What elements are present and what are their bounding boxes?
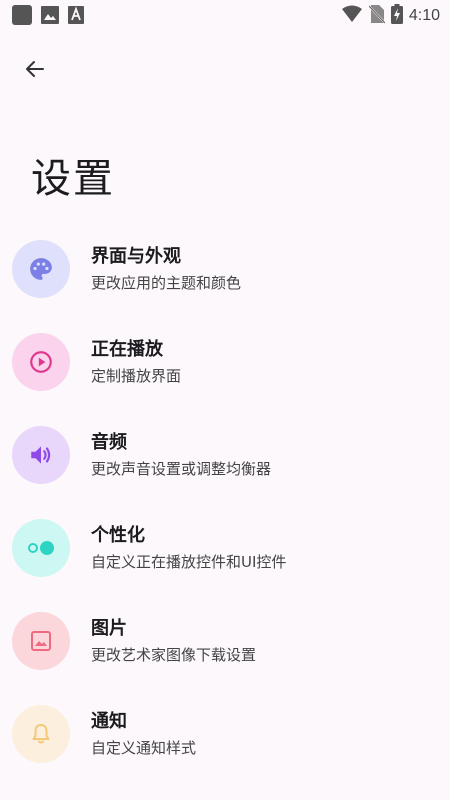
toggle-icon (12, 519, 70, 577)
settings-item-subtitle: 自定义正在播放控件和UI控件 (91, 553, 287, 571)
settings-item-title: 图片 (91, 618, 127, 639)
battery-charging-icon (390, 4, 403, 28)
play-circle-icon (12, 333, 70, 391)
palette-icon (12, 240, 70, 298)
settings-item-title: 个性化 (91, 525, 145, 546)
image-icon (12, 612, 70, 670)
settings-item-subtitle: 更改声音设置或调整均衡器 (91, 460, 272, 478)
settings-item-images[interactable]: 图片 更改艺术家图像下载设置 (0, 604, 450, 697)
settings-item-now-playing[interactable]: 正在播放 定制播放界面 (0, 325, 450, 418)
back-button[interactable] (18, 54, 52, 88)
settings-item-title: 界面与外观 (91, 246, 181, 267)
settings-item-notifications[interactable]: 通知 自定义通知样式 (0, 697, 450, 790)
settings-list: 界面与外观 更改应用的主题和颜色 正在播放 定制播放界面 音频 更改声音设置或调… (0, 232, 450, 790)
status-right-icons: 4:10 (341, 4, 440, 28)
settings-item-subtitle: 更改艺术家图像下载设置 (91, 646, 257, 664)
settings-item-title: 音频 (91, 432, 127, 453)
settings-item-subtitle: 更改应用的主题和颜色 (91, 274, 242, 292)
settings-item-subtitle: 定制播放界面 (91, 367, 182, 385)
a-badge-icon (68, 6, 84, 28)
status-left-icons (12, 5, 84, 29)
image-icon (41, 6, 59, 28)
wifi-icon (341, 5, 363, 27)
settings-item-title: 通知 (91, 711, 127, 732)
status-time: 4:10 (408, 7, 440, 24)
settings-item-audio[interactable]: 音频 更改声音设置或调整均衡器 (0, 418, 450, 511)
no-sim-icon (368, 4, 386, 28)
status-bar: 4:10 (0, 0, 450, 32)
settings-item-appearance[interactable]: 界面与外观 更改应用的主题和颜色 (0, 232, 450, 325)
square-app-icon (12, 5, 32, 29)
bell-icon (12, 705, 70, 763)
settings-item-subtitle: 自定义通知样式 (91, 739, 197, 757)
settings-item-title: 正在播放 (91, 339, 163, 360)
volume-icon (12, 426, 70, 484)
settings-item-personalize[interactable]: 个性化 自定义正在播放控件和UI控件 (0, 511, 450, 604)
arrow-left-icon (23, 57, 47, 85)
page-title: 设置 (31, 156, 115, 202)
